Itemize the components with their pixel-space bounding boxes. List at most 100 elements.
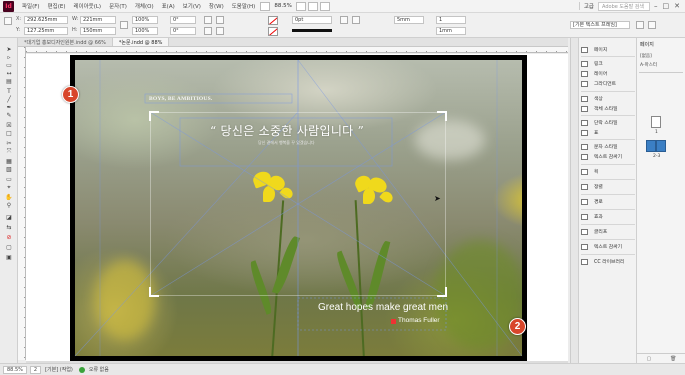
selection-tool-icon[interactable]: ➤ [5, 46, 13, 53]
fill-stroke-swap-icon[interactable]: ⇆ [5, 224, 13, 231]
workspace-switcher[interactable]: 고급 [578, 2, 598, 10]
panel-layers[interactable]: 레이어 [581, 69, 607, 78]
menu-table[interactable]: 표(A) [158, 2, 179, 10]
rotate-cw-icon[interactable] [204, 16, 212, 24]
page-navigation-field[interactable]: 2 [29, 365, 42, 374]
menu-window[interactable]: 창(W) [205, 2, 228, 10]
fill-swatch[interactable] [268, 16, 278, 25]
x-position-field[interactable]: 292.625mm [24, 16, 68, 24]
panel-menu-icon[interactable] [648, 21, 656, 29]
frame-style-select[interactable]: [기본 텍스트 프레임] [570, 21, 630, 29]
rotate-field[interactable]: 0° [170, 16, 196, 24]
spacing-field[interactable]: 5mm [394, 16, 424, 24]
pen-tool-icon[interactable]: ✒ [5, 104, 13, 111]
quick-apply-icon[interactable] [636, 21, 644, 29]
frame-corner-handle[interactable] [149, 287, 159, 297]
menu-object[interactable]: 개체(O) [131, 2, 158, 10]
subline-text[interactable]: 당신 곁에서 행복을 꾸 있겠습니다 [258, 140, 315, 146]
menu-layout[interactable]: 레이아웃(L) [69, 2, 105, 10]
close-icon[interactable]: ✕ [674, 2, 680, 10]
stroke-swatch[interactable] [268, 27, 278, 36]
type-tool-icon[interactable]: T [5, 88, 13, 95]
panel-effects[interactable]: 효과 [581, 212, 603, 221]
formatting-container-icon[interactable]: ▢ [5, 244, 13, 251]
panel-gradient[interactable]: 그라디언트 [581, 79, 616, 88]
gap-tool-icon[interactable]: ↔ [5, 70, 13, 77]
author-text[interactable]: Thomas Fuller [398, 317, 440, 324]
minimize-icon[interactable]: – [654, 2, 658, 10]
help-search-input[interactable]: Adobe 도움말 검색 [598, 1, 650, 11]
hand-tool-icon[interactable]: ✋ [5, 194, 13, 201]
y-position-field[interactable]: 127.25mm [24, 27, 68, 35]
page-thumbnail-3[interactable] [656, 140, 666, 152]
panel-table[interactable]: 표 [581, 128, 598, 137]
stroke-type-preview[interactable] [292, 29, 332, 32]
menu-type[interactable]: 문자(T) [105, 2, 131, 10]
note-tool-icon[interactable]: ▭ [5, 176, 13, 183]
drop-shadow-icon[interactable] [352, 16, 360, 24]
panel-links[interactable]: 링크 [581, 59, 603, 68]
panel-align[interactable]: 정렬 [581, 182, 603, 191]
menu-file[interactable]: 파일(F) [18, 2, 44, 10]
flip-horizontal-icon[interactable] [204, 27, 212, 35]
menu-help[interactable]: 도움말(H) [228, 2, 260, 10]
pages-panel-title[interactable]: 페이지 [640, 41, 654, 48]
tab-document-2[interactable]: *논문.indd @ 88% [112, 38, 170, 46]
view-options-button[interactable] [295, 1, 306, 11]
panel-character-styles[interactable]: 문자 스타일 [581, 142, 618, 151]
select-container-icon[interactable] [216, 16, 224, 24]
scale-x-field[interactable]: 100% [132, 16, 158, 24]
shear-field[interactable]: 0° [170, 27, 196, 35]
panel-dock-handle[interactable] [570, 38, 578, 363]
english-quote-text[interactable]: Great hopes make great men [318, 302, 448, 313]
panel-text-wrap-2[interactable]: 텍스트 감싸기 [581, 242, 622, 251]
frame-corner-handle[interactable] [437, 111, 447, 121]
zoom-status-field[interactable]: 88.5% [3, 365, 27, 374]
maximize-icon[interactable]: □ [663, 2, 670, 10]
panel-stroke[interactable]: 획 [581, 167, 598, 176]
menu-edit[interactable]: 편집(E) [44, 2, 70, 10]
zoom-tool-icon[interactable]: ⚲ [5, 202, 13, 209]
panel-text-wrap[interactable]: 텍스트 감싸기 [581, 152, 622, 161]
constrain-proportions-icon[interactable] [120, 21, 128, 29]
effects-icon[interactable] [340, 16, 348, 24]
tab-document-1[interactable]: *대기업 홍보디자인원본.indd @ 66% [18, 38, 113, 46]
pencil-tool-icon[interactable]: ✎ [5, 112, 13, 119]
default-fill-stroke-icon[interactable]: ◪ [5, 214, 13, 221]
panel-glyphs[interactable]: 글리프 [581, 227, 607, 236]
line-tool-icon[interactable]: ╱ [5, 96, 13, 103]
direct-selection-tool-icon[interactable]: ▹ [5, 54, 13, 61]
arrange-documents-button[interactable] [319, 1, 330, 11]
panel-object-styles[interactable]: 객체 스타일 [581, 104, 618, 113]
apply-none-icon[interactable]: ⊘ [5, 234, 13, 241]
panel-cc-libraries[interactable]: CC 라이브러리 [581, 257, 624, 266]
preview-mode-icon[interactable]: ▣ [5, 254, 13, 261]
select-content-icon[interactable] [216, 27, 224, 35]
eyedropper-tool-icon[interactable]: ⌖ [5, 184, 13, 191]
new-page-icon[interactable]: ▢ [646, 356, 651, 362]
free-transform-tool-icon[interactable]: ⤧ [5, 148, 13, 155]
panel-pathfinder[interactable]: 경로 [581, 197, 603, 206]
preflight-status[interactable]: 오류 없음 [89, 366, 109, 373]
headline-text[interactable]: “ 당신은 소중한 사람입니다 ” [210, 122, 364, 139]
none-master-row[interactable]: [없음] [640, 53, 652, 59]
preflight-status-icon[interactable] [78, 366, 85, 373]
gradient-swatch-tool-icon[interactable]: ▦ [5, 158, 13, 165]
stroke-weight-field[interactable]: 0pt [292, 16, 332, 24]
menu-view[interactable]: 보기(V) [179, 2, 205, 10]
screen-mode-button[interactable] [307, 1, 318, 11]
rectangle-frame-tool-icon[interactable]: ☒ [5, 122, 13, 129]
scissors-tool-icon[interactable]: ✂ [5, 140, 13, 147]
bridge-button[interactable] [260, 1, 271, 11]
panel-color[interactable]: 색상 [581, 94, 603, 103]
scale-y-field[interactable]: 100% [132, 27, 158, 35]
height-field[interactable]: 150mm [80, 27, 116, 35]
gutter-field[interactable]: 1mm [436, 27, 466, 35]
rectangle-tool-icon[interactable]: □ [5, 130, 13, 137]
page-thumbnail-2[interactable] [646, 140, 656, 152]
page-thumbnail-1[interactable] [651, 116, 661, 128]
panel-pages[interactable]: 페이지 [581, 45, 607, 54]
panel-paragraph-styles[interactable]: 단락 스타일 [581, 118, 618, 127]
tagline-text[interactable]: BOYS, BE AMBITIOUS. [149, 96, 212, 102]
delete-page-icon[interactable]: 🗑 [670, 356, 676, 362]
